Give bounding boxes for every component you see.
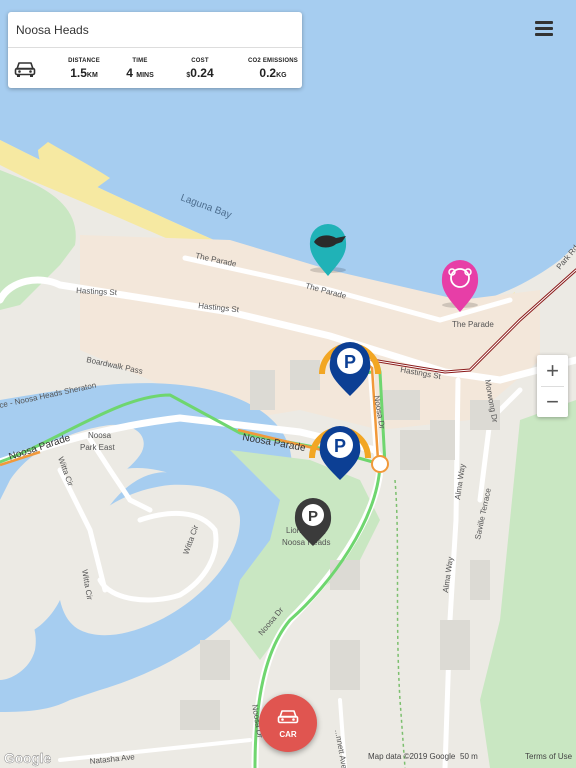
parking-p-icon: P bbox=[334, 436, 346, 456]
label-noosa-park-east-1: Noosa bbox=[88, 431, 112, 440]
distance-stat: DISTANCE 1.5KM bbox=[64, 58, 104, 80]
hamburger-menu-icon[interactable] bbox=[531, 18, 557, 40]
distance-value: 1.5KM bbox=[70, 66, 98, 80]
car-mode-label: CAR bbox=[279, 730, 297, 739]
label-lions-park-2: Noosa Heads bbox=[282, 538, 330, 547]
time-label: TIME bbox=[132, 58, 148, 64]
map-footer: Map data ©2019 Google 50 m Terms of Use bbox=[360, 750, 576, 764]
distance-label: DISTANCE bbox=[68, 58, 100, 64]
car-mode-button[interactable]: CAR bbox=[259, 694, 317, 752]
route-info-card: DISTANCE 1.5KM TIME 4 MINS COST $0.24 CO… bbox=[8, 12, 302, 88]
google-logo: Google bbox=[4, 750, 52, 766]
car-icon bbox=[277, 710, 299, 724]
platypus-poi-marker[interactable] bbox=[309, 224, 347, 276]
zoom-divider bbox=[541, 386, 564, 387]
map[interactable]: Laguna Bay The Parade The Parade The Par… bbox=[0, 0, 576, 768]
parking-p-icon: P bbox=[308, 508, 318, 525]
zoom-control: + − bbox=[537, 355, 568, 417]
car-icon bbox=[14, 62, 36, 77]
emissions-stat: CO2 EMISSIONS 0.2KG bbox=[248, 58, 298, 80]
zoom-in-button[interactable]: + bbox=[537, 355, 568, 386]
emissions-value: 0.2KG bbox=[259, 66, 287, 80]
time-value: 4 MINS bbox=[126, 66, 154, 80]
map-attribution: Map data ©2019 Google bbox=[368, 752, 456, 761]
search-input[interactable] bbox=[8, 12, 302, 48]
cost-stat: COST $0.24 bbox=[180, 58, 220, 80]
label-noosa-park-east-2: Park East bbox=[80, 443, 115, 452]
terms-of-use-link[interactable]: Terms of Use bbox=[525, 752, 572, 761]
map-scale: 50 m bbox=[460, 752, 478, 761]
parking-p-icon: P bbox=[344, 352, 356, 372]
label-the-parade-3: The Parade bbox=[452, 320, 494, 329]
route-stats: DISTANCE 1.5KM TIME 4 MINS COST $0.24 CO… bbox=[8, 52, 302, 88]
zoom-out-button[interactable]: − bbox=[537, 386, 568, 417]
koala-poi-marker[interactable] bbox=[441, 260, 479, 312]
emissions-label: CO2 EMISSIONS bbox=[248, 58, 298, 64]
time-stat: TIME 4 MINS bbox=[120, 58, 160, 80]
cost-label: COST bbox=[191, 58, 209, 64]
cost-value: $0.24 bbox=[186, 66, 214, 80]
